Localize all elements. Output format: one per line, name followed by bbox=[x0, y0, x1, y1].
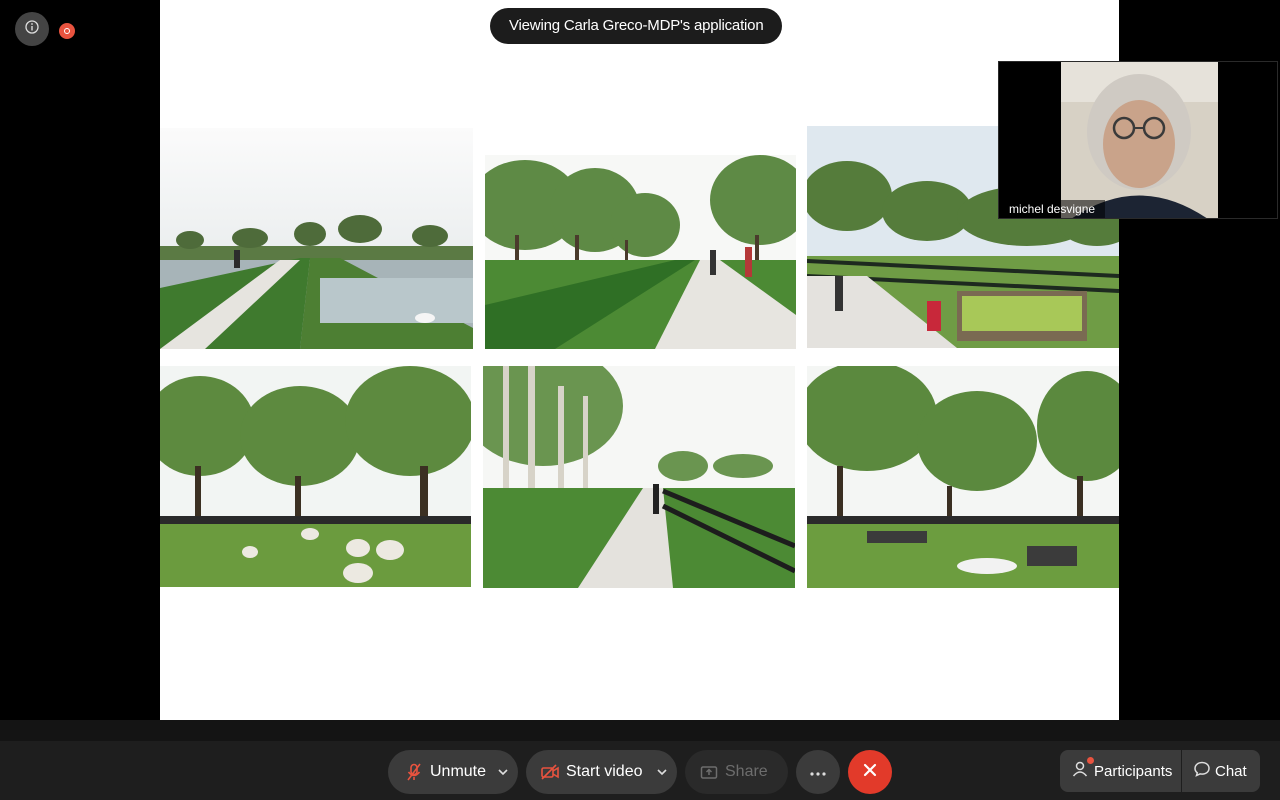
share-screen-icon bbox=[699, 762, 719, 782]
participant-name: michel desvigne bbox=[999, 200, 1106, 218]
slide-image-picnic-orchard bbox=[807, 366, 1119, 588]
audio-options-chevron-icon[interactable] bbox=[498, 750, 508, 794]
share-label: Share bbox=[725, 763, 768, 780]
sharing-banner: Viewing Carla Greco-MDP's application bbox=[490, 8, 783, 44]
slide-image-birch-path bbox=[483, 366, 795, 588]
participant-video-feed bbox=[1061, 62, 1218, 218]
participants-icon bbox=[1072, 760, 1090, 782]
notification-dot bbox=[1087, 757, 1094, 764]
side-panel-buttons: Participants Chat bbox=[1060, 750, 1260, 792]
recording-indicator-icon bbox=[59, 23, 75, 39]
end-call-icon bbox=[863, 763, 877, 782]
chat-label: Chat bbox=[1215, 762, 1247, 780]
shared-screen bbox=[160, 0, 1119, 720]
chat-button[interactable]: Chat bbox=[1182, 750, 1260, 792]
unmute-button[interactable]: Unmute bbox=[388, 750, 518, 794]
info-icon bbox=[25, 19, 39, 39]
participant-video-tile[interactable]: michel desvigne bbox=[998, 61, 1278, 219]
start-video-button[interactable]: Start video bbox=[526, 750, 677, 794]
mic-off-icon bbox=[404, 762, 424, 782]
start-video-label: Start video bbox=[566, 763, 643, 780]
chat-icon bbox=[1193, 760, 1211, 782]
unmute-label: Unmute bbox=[430, 763, 487, 780]
meeting-info-button[interactable] bbox=[15, 12, 49, 46]
participants-label: Participants bbox=[1094, 762, 1173, 780]
video-options-chevron-icon[interactable] bbox=[657, 750, 667, 794]
video-off-icon bbox=[540, 762, 560, 782]
toolbar-separator bbox=[0, 720, 1280, 741]
more-icon bbox=[810, 763, 826, 781]
slide-image-wetland-path bbox=[160, 128, 473, 349]
slide-image-tree-avenue bbox=[485, 155, 796, 349]
participants-button[interactable]: Participants bbox=[1060, 750, 1181, 792]
end-call-button[interactable] bbox=[848, 750, 892, 794]
more-options-button[interactable] bbox=[796, 750, 840, 794]
share-button[interactable]: Share bbox=[685, 750, 788, 794]
slide-image-sheep-orchard bbox=[160, 366, 471, 587]
